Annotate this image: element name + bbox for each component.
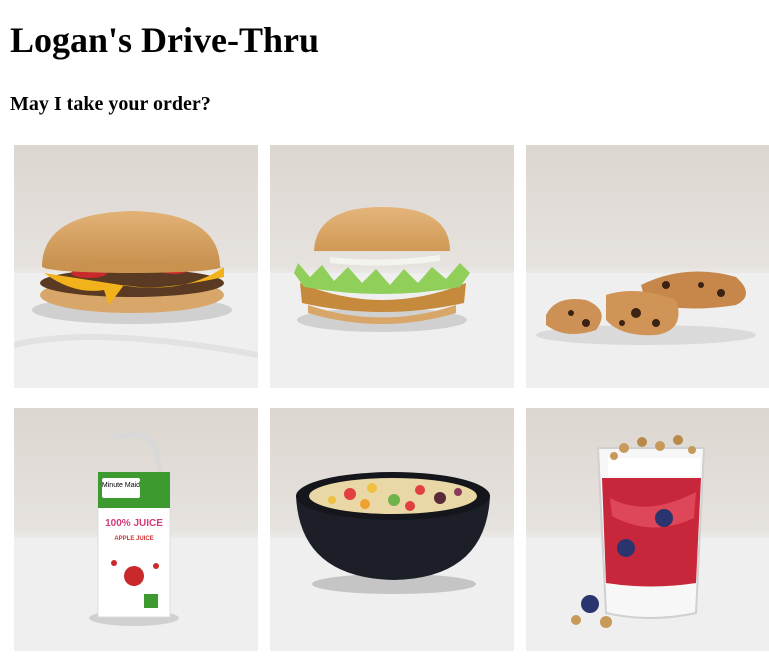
menu-item-yogurt-parfait[interactable] bbox=[526, 408, 769, 651]
juice-sub-text: APPLE JUICE bbox=[114, 536, 153, 542]
juice-brand-text: Minute Maid bbox=[102, 482, 140, 489]
menu-item-chicken-sandwich[interactable] bbox=[270, 145, 514, 388]
menu-item-cookies[interactable] bbox=[526, 145, 769, 388]
fruit-bowl-icon bbox=[270, 408, 514, 651]
yogurt-parfait-icon bbox=[526, 408, 769, 651]
cheeseburger-icon bbox=[14, 145, 258, 388]
juice-label-text: 100% JUICE bbox=[105, 518, 163, 529]
page-subtitle: May I take your order? bbox=[10, 93, 211, 115]
menu-item-fruit-bowl[interactable] bbox=[270, 408, 514, 651]
cookies-icon bbox=[526, 145, 769, 388]
menu-item-juice-box[interactable]: Minute Maid 100% JUICE APPLE JUICE bbox=[14, 408, 258, 651]
chicken-sandwich-icon bbox=[270, 145, 514, 388]
page-title: Logan's Drive-Thru bbox=[10, 20, 320, 60]
menu-item-cheeseburger[interactable] bbox=[14, 145, 258, 388]
juice-box-icon: Minute Maid 100% JUICE APPLE JUICE bbox=[14, 408, 258, 651]
